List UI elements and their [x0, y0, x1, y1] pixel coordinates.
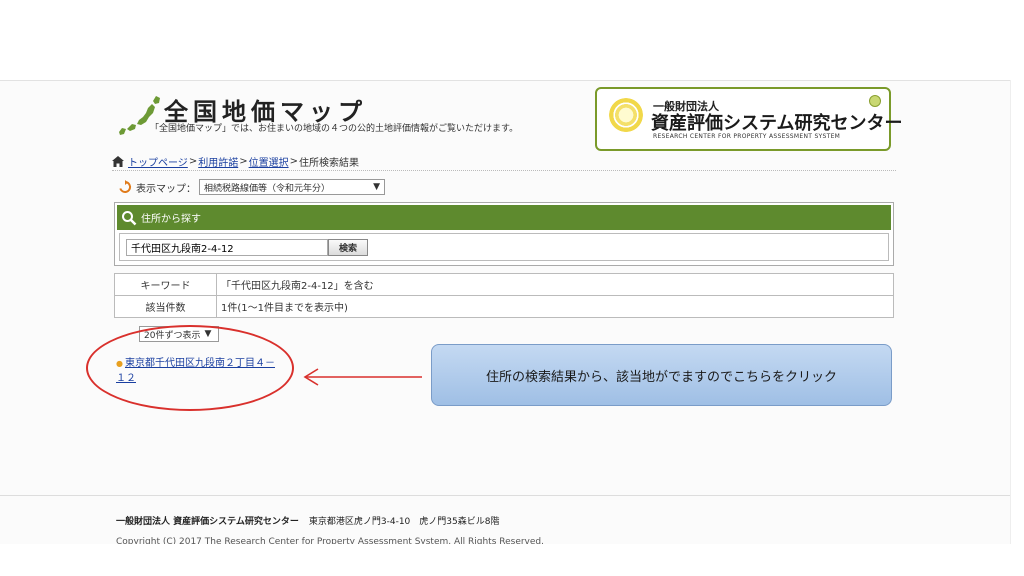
footer-org-name: 一般財団法人 資産評価システム研究センター [116, 517, 299, 527]
banner-dot-icon [869, 95, 881, 107]
instruction-callout: 住所の検索結果から、該当地がでますのでこちらをクリック [431, 344, 892, 406]
bottom-whitespace [0, 544, 1024, 576]
logo-subtitle: 「全国地価マップ」では、お住まいの地域の４つの公的土地評価情報がご覧いただけます… [150, 124, 519, 134]
search-panel-header: 住所から探す [117, 205, 891, 230]
table-header-keyword: キーワード [114, 273, 217, 296]
table-row: キーワード 「千代田区九段南2-4-12」を含む [114, 273, 894, 296]
breadcrumb: トップページ > 利用許諾 > 位置選択 > 住所検索結果 [112, 153, 892, 169]
chevron-down-icon: ▼ [373, 182, 380, 192]
table-value-keyword: 「千代田区九段南2-4-12」を含む [216, 273, 894, 296]
address-search-panel: 住所から探す 検索 [114, 202, 894, 266]
sun-logo-icon [609, 98, 643, 132]
search-panel-title: 住所から探す [141, 214, 201, 225]
home-icon [112, 155, 124, 167]
breadcrumb-current: 住所検索結果 [298, 157, 359, 169]
scrollbar-gutter[interactable] [1010, 80, 1024, 544]
address-search-input[interactable] [126, 239, 328, 256]
breadcrumb-separator: > [289, 155, 298, 167]
banner-org-name: 資産評価システム研究センター [651, 113, 903, 134]
breadcrumb-terms-of-use[interactable]: 利用許諾 [198, 154, 238, 169]
footer-copyright: Copyright (C) 2017 The Research Center f… [116, 537, 544, 544]
banner-org-english: RESEARCH CENTER FOR PROPERTY ASSESSMENT … [653, 133, 841, 140]
divider [112, 170, 896, 171]
breadcrumb-location-select[interactable]: 位置選択 [249, 154, 289, 169]
search-info-table: キーワード 「千代田区九段南2-4-12」を含む 該当件数 1件(1～1件目まで… [114, 273, 894, 318]
footer-divider [0, 495, 1010, 496]
breadcrumb-separator: > [239, 155, 248, 167]
research-center-banner[interactable]: 一般財団法人 資産評価システム研究センター RESEARCH CENTER FO… [595, 87, 902, 151]
map-type-select[interactable]: 相続税路線価等（令和元年分） ▼ [199, 179, 385, 195]
breadcrumb-top-page[interactable]: トップページ [128, 154, 188, 169]
footer-address: 東京都港区虎ノ門3-4-10 虎ノ門35森ビル8階 [308, 517, 500, 527]
footer-organization: 一般財団法人 資産評価システム研究センター 東京都港区虎ノ門3-4-10 虎ノ門3… [116, 514, 499, 527]
map-select-row: 表示マップ： 相続税路線価等（令和元年分） ▼ [118, 178, 385, 196]
search-button[interactable]: 検索 [328, 239, 368, 256]
site-logo[interactable]: 全国地価マップ 「全国地価マップ」では、お住まいの地域の４つの公的土地評価情報が… [116, 92, 536, 140]
annotation-arrow-icon [303, 368, 422, 386]
table-header-count: 該当件数 [114, 295, 217, 318]
table-row: 該当件数 1件(1～1件目までを表示中) [114, 295, 894, 318]
map-select-value: 相続税路線価等（令和元年分） [204, 183, 331, 194]
table-value-count: 1件(1～1件目までを表示中) [216, 295, 894, 318]
refresh-icon [119, 180, 132, 193]
search-form: 検索 [119, 233, 889, 261]
annotation-circle [86, 325, 294, 411]
search-icon [122, 210, 137, 225]
map-select-label: 表示マップ： [136, 183, 196, 195]
breadcrumb-separator: > [188, 155, 198, 167]
